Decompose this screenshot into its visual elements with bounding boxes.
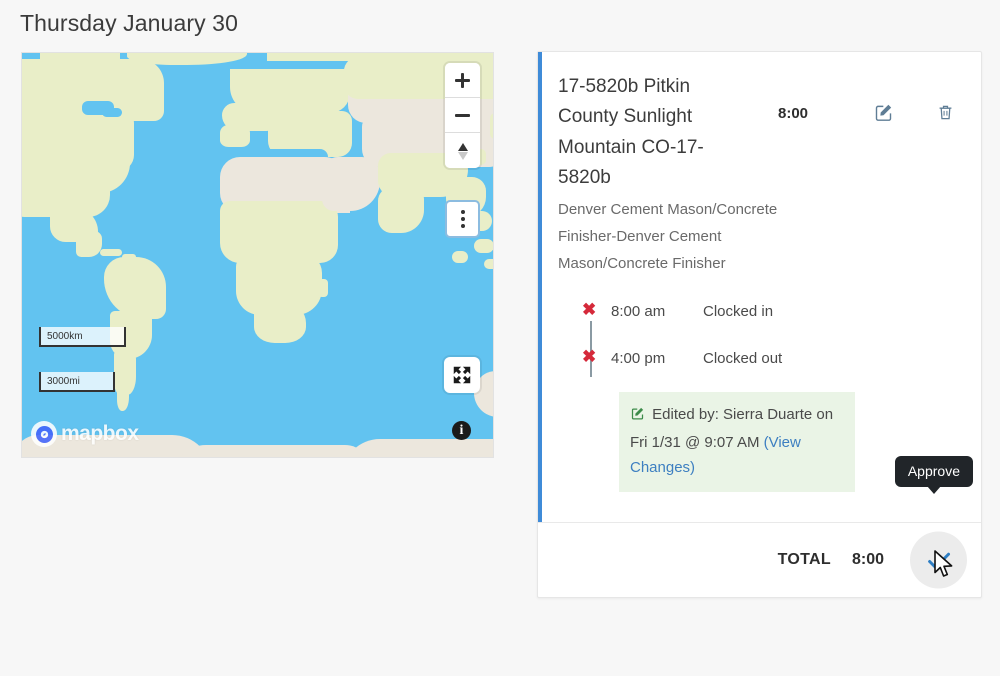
- punch-marker-icon[interactable]: ✖: [582, 346, 600, 367]
- total-label: TOTAL: [777, 551, 831, 568]
- page-root: Thursday January 30 i 5000km 3000mi mapb…: [0, 0, 1000, 676]
- punch-time: 8:00 am: [611, 303, 666, 321]
- compass-button[interactable]: [445, 133, 480, 168]
- plus-icon: [455, 72, 470, 88]
- zoom-in-button[interactable]: [445, 63, 480, 98]
- scale-bar-mi: 3000mi: [39, 372, 115, 392]
- mapbox-logo[interactable]: mapbox: [31, 421, 139, 447]
- timecard: 17-5820b Pitkin County Sunlight Mountain…: [537, 51, 982, 598]
- kebab-menu-icon: [460, 210, 465, 228]
- timeline-row: ✖ 8:00 am Clocked in: [582, 299, 963, 324]
- timecard-body: 17-5820b Pitkin County Sunlight Mountain…: [538, 52, 981, 522]
- map-fullscreen-button[interactable]: [444, 357, 480, 393]
- entry-header: 17-5820b Pitkin County Sunlight Mountain…: [558, 72, 963, 194]
- map-canvas[interactable]: [22, 53, 493, 457]
- punch-status: Clocked out: [703, 349, 783, 367]
- mapbox-wordmark: mapbox: [61, 422, 139, 445]
- info-icon-label: i: [459, 422, 464, 438]
- trash-icon[interactable]: [936, 102, 955, 128]
- entry-hours: 8:00: [778, 105, 809, 122]
- compass-icon: [455, 141, 471, 161]
- edited-by-note: Edited by: Sierra Duarte on Fri 1/31 @ 9…: [619, 391, 855, 493]
- scale-bar-km: 5000km: [39, 327, 126, 347]
- punch-marker-icon[interactable]: ✖: [582, 299, 600, 320]
- map-info-button[interactable]: i: [452, 421, 471, 440]
- edited-by-text: Edited by: Sierra Duarte on Fri 1/31 @ 9…: [630, 405, 834, 451]
- note-edit-icon: [630, 407, 649, 425]
- entry-title: 17-5820b Pitkin County Sunlight Mountain…: [558, 76, 704, 189]
- map-more-options-button[interactable]: [445, 200, 480, 238]
- punch-timeline: ✖ 8:00 am Clocked in ✖ 4:00 pm Clocked o…: [582, 299, 963, 378]
- checkmark-icon: [927, 552, 950, 569]
- page-title: Thursday January 30: [20, 10, 238, 36]
- timeline-row: ✖ 4:00 pm Clocked out: [582, 346, 963, 371]
- punch-status: Clocked in: [703, 303, 774, 321]
- total-row: TOTAL 8:00 Approve: [538, 456, 981, 597]
- total-value: 8:00: [851, 551, 884, 568]
- map-zoom-controls[interactable]: [445, 63, 480, 168]
- entry-actions: [873, 102, 963, 128]
- map-container[interactable]: i 5000km 3000mi mapbox: [21, 52, 494, 458]
- approve-tooltip: Approve: [894, 456, 973, 494]
- edit-icon[interactable]: [873, 102, 894, 128]
- entry-subtitle: Denver Cement Mason/Concrete Finisher-De…: [558, 200, 778, 273]
- minus-icon: [455, 108, 470, 123]
- punch-time: 4:00 pm: [611, 349, 666, 367]
- zoom-out-button[interactable]: [445, 98, 480, 133]
- mapbox-mark-icon: [31, 421, 57, 447]
- fullscreen-icon: [453, 366, 471, 384]
- approve-button[interactable]: [910, 531, 967, 589]
